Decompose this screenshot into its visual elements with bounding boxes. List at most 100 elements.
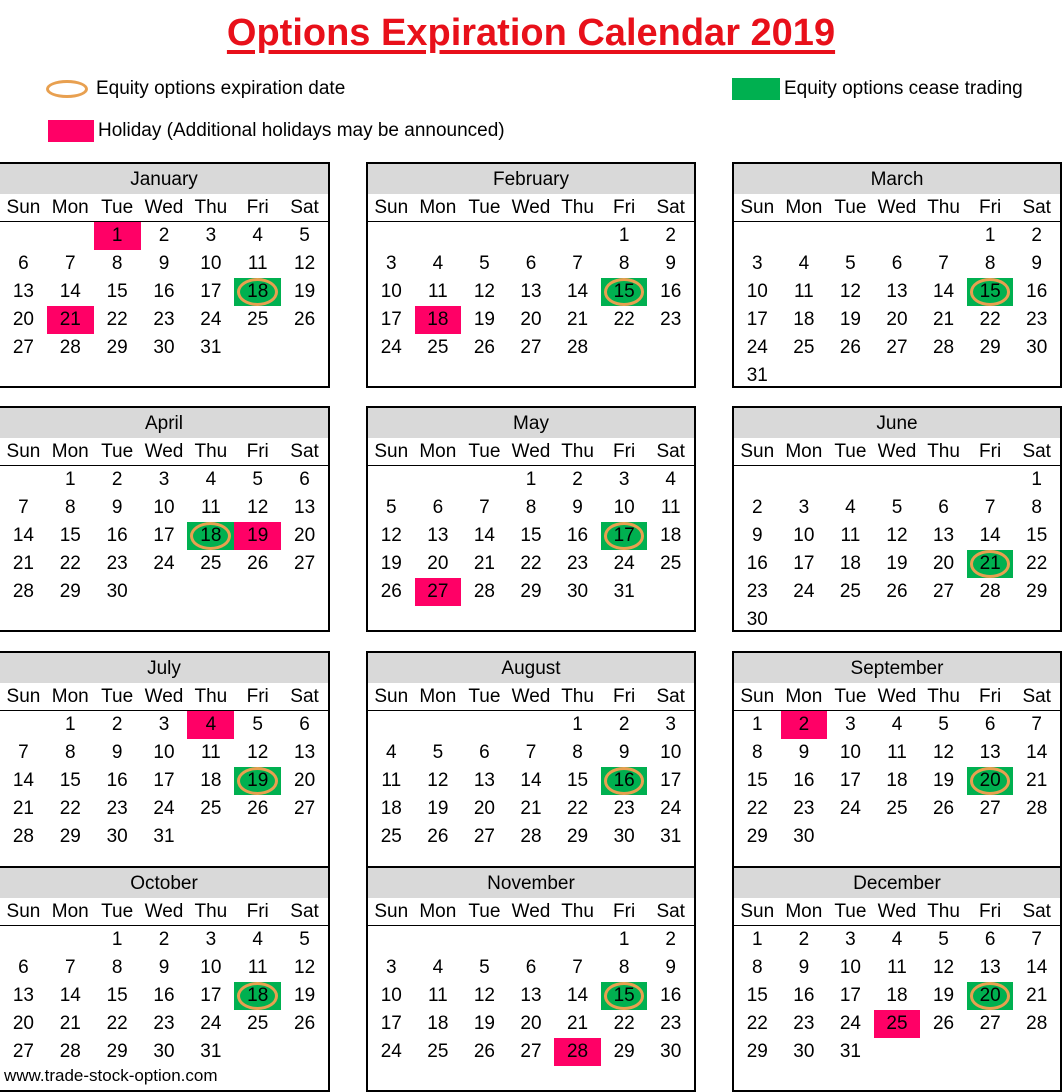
month-name: January xyxy=(0,164,328,194)
day-cell: 3 xyxy=(385,253,397,274)
holiday-day-cell: 19 xyxy=(234,522,282,550)
day-cell: 13 xyxy=(520,985,542,1006)
month-april: April Sun Mon Tue Wed Thu Fri Sat 1 2 3 4 5 6 7 8 9 10 11 1… xyxy=(0,406,330,632)
weekday-label: Thu xyxy=(194,686,228,707)
month-name: October xyxy=(0,868,328,898)
day-cell: 7 xyxy=(572,253,583,274)
day-cell: 21 xyxy=(1026,770,1048,791)
day-cell: 15 xyxy=(566,770,589,791)
weekday-label: Wed xyxy=(144,197,184,218)
day-grid: 1 2 3 4 5 6 7 8 9 10 11 12 13 14 15 16 17 18 19 20 21 22 23 24 2… xyxy=(368,466,694,606)
page-title: Options Expiration Calendar 2019 xyxy=(226,12,836,54)
day-cell: 9 xyxy=(665,957,676,978)
day-cell: 1 xyxy=(751,929,763,950)
weekday-label: Thu xyxy=(561,197,594,218)
day-cell: 4 xyxy=(845,497,856,518)
day-cell: 17 xyxy=(839,985,861,1006)
day-cell: 2 xyxy=(665,929,676,950)
day-cell: 13 xyxy=(886,281,908,302)
day-cell: 7 xyxy=(64,253,76,274)
day-cell: 13 xyxy=(979,957,1001,978)
day-cell: 20 xyxy=(427,553,449,574)
day-cell: 31 xyxy=(746,365,768,386)
legend-expiration: Equity options expiration date xyxy=(46,78,345,100)
day-cell: 20 xyxy=(294,770,316,791)
day-cell: 1 xyxy=(618,225,630,246)
day-cell: 29 xyxy=(59,581,81,602)
weekday-header: Sun Mon Tue Wed Thu Fri Sat xyxy=(734,438,1060,466)
weekday-label: Sun xyxy=(6,686,41,707)
empty-cell xyxy=(368,466,415,494)
day-cell: 11 xyxy=(427,985,448,1006)
empty-cell xyxy=(415,926,462,954)
day-cell: 2 xyxy=(1031,225,1042,246)
day-cell: 2 xyxy=(158,225,170,246)
weekday-label: Wed xyxy=(877,686,917,707)
day-cell: 26 xyxy=(839,337,861,358)
legend-cease-label: Equity options cease trading xyxy=(784,78,1023,99)
day-cell: 29 xyxy=(979,337,1001,358)
day-cell: 12 xyxy=(839,281,861,302)
weekday-label: Mon xyxy=(419,441,457,462)
day-cell: 11 xyxy=(887,957,907,978)
month-october: October Sun Mon Tue Wed Thu Fri Sat 1 2 3 4 5 6 7 8 9 10 1… xyxy=(0,866,330,1092)
day-cell: 24 xyxy=(380,337,402,358)
day-cell: 5 xyxy=(845,253,856,274)
day-cell: 3 xyxy=(158,714,170,735)
day-cell: 29 xyxy=(613,1041,635,1062)
day-cell: 25 xyxy=(839,581,861,602)
weekday-label: Sat xyxy=(656,197,685,218)
empty-cell xyxy=(368,926,415,954)
day-grid: 1 2 3 4 5 6 7 8 9 10 11 12 13 14 15 16 17 18 19 20 21 22 23 24 2… xyxy=(734,466,1060,634)
day-cell: 1 xyxy=(572,714,583,735)
empty-cell xyxy=(827,466,874,494)
empty-cell xyxy=(47,222,94,250)
holiday-day-cell: 18 xyxy=(414,306,462,334)
day-cell: 3 xyxy=(205,929,217,950)
day-cell: 31 xyxy=(660,826,682,847)
day-cell: 10 xyxy=(153,742,175,763)
day-cell: 23 xyxy=(660,309,682,330)
day-cell: 16 xyxy=(793,985,815,1006)
day-cell: 8 xyxy=(111,957,123,978)
day-cell: 14 xyxy=(59,281,81,302)
weekday-label: Mon xyxy=(419,901,457,922)
month-name: November xyxy=(368,868,694,898)
day-cell: 17 xyxy=(200,281,222,302)
weekday-label: Mon xyxy=(51,197,89,218)
weekday-label: Wed xyxy=(511,901,551,922)
day-grid: 1 2 3 4 5 6 7 8 9 10 11 12 13 14 15 16 17 18 19 20 21 22 23 24 2… xyxy=(0,926,328,1066)
day-cell: 24 xyxy=(746,337,768,358)
day-cell: 28 xyxy=(59,1041,81,1062)
day-cell: 10 xyxy=(746,281,768,302)
empty-cell xyxy=(508,711,555,739)
day-cell: 16 xyxy=(660,281,682,302)
day-cell: 18 xyxy=(200,770,222,791)
month-name: December xyxy=(734,868,1060,898)
day-cell: 27 xyxy=(473,826,495,847)
day-cell: 19 xyxy=(294,281,316,302)
weekday-label: Sat xyxy=(656,901,685,922)
empty-cell xyxy=(554,222,601,250)
day-cell: 5 xyxy=(938,929,949,950)
day-cell: 24 xyxy=(613,553,635,574)
day-cell: 23 xyxy=(660,1013,682,1034)
day-cell: 26 xyxy=(932,798,955,819)
day-cell: 22 xyxy=(613,309,635,330)
day-cell: 11 xyxy=(840,525,861,546)
holiday-day-cell: 4 xyxy=(187,711,235,739)
cease-swatch-icon xyxy=(732,78,780,100)
day-cell: 3 xyxy=(845,929,856,950)
empty-cell xyxy=(368,222,415,250)
day-cell: 27 xyxy=(886,337,908,358)
weekday-label: Mon xyxy=(785,901,823,922)
day-cell: 1 xyxy=(751,714,763,735)
month-june: June Sun Mon Tue Wed Thu Fri Sat 1 2 3 4 5 6 7 8 9 10 11 12… xyxy=(732,406,1062,632)
day-cell: 28 xyxy=(566,337,589,358)
day-cell: 26 xyxy=(294,309,316,330)
day-cell: 12 xyxy=(886,525,908,546)
day-cell: 7 xyxy=(1031,929,1042,950)
day-cell: 31 xyxy=(200,337,222,358)
day-cell: 26 xyxy=(247,553,269,574)
day-cell: 24 xyxy=(153,553,175,574)
